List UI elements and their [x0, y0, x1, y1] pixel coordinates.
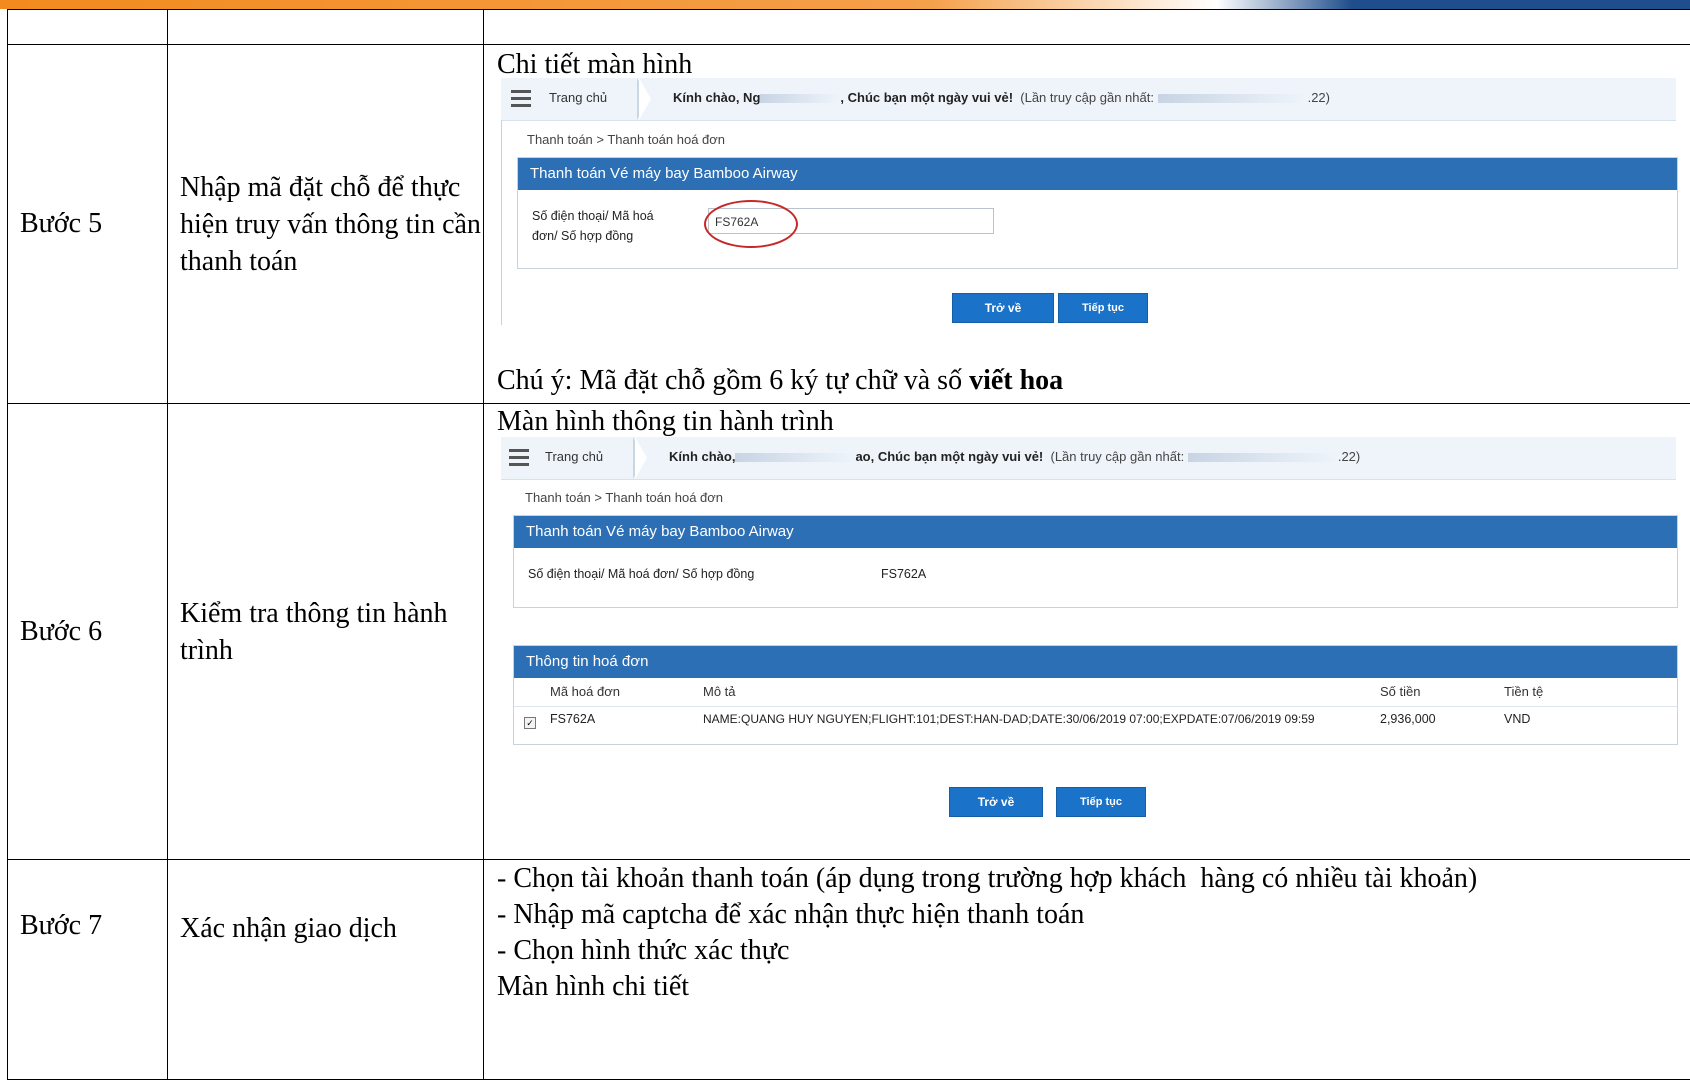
invoice-currency: VND	[1504, 712, 1530, 726]
table-row	[8, 10, 1690, 45]
screen-caption: Màn hình thông tin hành trình	[497, 406, 834, 438]
instruction-line: Màn hình chi tiết	[497, 969, 1477, 1005]
field-label-line1: Số điện thoại/ Mã hoá	[532, 206, 654, 226]
side-divider	[501, 120, 502, 325]
field-label-line2: đơn/ Số hợp đồng	[532, 226, 633, 246]
instruction-line: - Chọn hình thức xác thực	[497, 933, 1477, 969]
table-row: Bước 7 Xác nhận giao dịch - Chọn tài kho…	[8, 860, 1690, 1080]
step-description: Nhập mã đặt chỗ để thực hiện truy vấn th…	[168, 45, 484, 404]
content-cell	[484, 10, 1690, 45]
step-content: - Chọn tài khoản thanh toán (áp dụng tro…	[484, 860, 1690, 1080]
step-content: Chi tiết màn hình Trang chủ Kính chào, N…	[484, 45, 1690, 404]
screen-caption: Chi tiết màn hình	[497, 49, 692, 81]
redacted-name	[735, 453, 855, 462]
back-button[interactable]: Trở về	[949, 787, 1043, 817]
table-row: Bước 5 Nhập mã đặt chỗ để thực hiện truy…	[8, 45, 1690, 404]
menu-icon[interactable]	[511, 90, 531, 106]
note-text: Chú ý: Mã đặt chỗ gồm 6 ký tự chữ và số …	[497, 365, 1063, 397]
greeting-tail: ao, Chúc bạn một ngày vui vẻ!	[855, 449, 1043, 464]
panel-title: Thanh toán Vé máy bay Bamboo Airway	[514, 516, 1677, 548]
redacted-date	[1158, 94, 1308, 103]
greeting-bold: Kính chào,	[669, 449, 735, 464]
last-access-tail: .22)	[1308, 90, 1330, 105]
breadcrumb: Thanh toán > Thanh toán hoá đơn	[525, 490, 723, 505]
payment-form-screenshot: Trang chủ Kính chào, Ng , Chúc bạn một ng…	[501, 78, 1676, 325]
instruction-line: - Nhập mã captcha để xác nhận thực hiện …	[497, 897, 1477, 933]
table-row: Bước 6 Kiểm tra thông tin hành trình Màn…	[8, 404, 1690, 860]
step-label: Bước 5	[8, 45, 168, 404]
payment-panel: Thanh toán Vé máy bay Bamboo Airway Số đ…	[517, 157, 1678, 269]
redacted-date	[1188, 453, 1338, 462]
back-button[interactable]: Trở về	[952, 293, 1054, 323]
header-brand-bar	[0, 0, 1690, 9]
greeting-text: Kính chào,ao, Chúc bạn một ngày vui vẻ! …	[669, 449, 1360, 464]
app-header: Trang chủ Kính chào, Ng , Chúc bạn một ng…	[501, 78, 1676, 121]
breadcrumb-chevron-inner	[635, 437, 647, 479]
step-cell	[8, 10, 168, 45]
step-content: Màn hình thông tin hành trình Trang chủ …	[484, 404, 1690, 860]
invoice-checkbox[interactable]: ✓	[524, 717, 536, 729]
instruction-line: - Chọn tài khoản thanh toán (áp dụng tro…	[497, 861, 1477, 897]
greeting-bold: Kính chào, Ng	[673, 90, 760, 105]
note-bold: viết hoa	[969, 365, 1063, 396]
last-access-tail: .22)	[1338, 449, 1360, 464]
steps-table: Bước 5 Nhập mã đặt chỗ để thực hiện truy…	[7, 9, 1690, 1080]
app-header: Trang chủ Kính chào, ao, Chúc bạn một ngà…	[501, 437, 1676, 480]
home-link[interactable]: Trang chủ	[549, 90, 607, 105]
menu-icon[interactable]	[509, 449, 529, 465]
column-header-desc: Mô tả	[703, 684, 736, 699]
payment-panel: Thanh toán Vé máy bay Bamboo Airway Số đ…	[513, 515, 1678, 608]
field-label: Số điện thoại/ Mã hoá đơn/ Số hợp đồng	[528, 567, 754, 581]
note-prefix: Chú ý: Mã đặt chỗ gồm 6 ký tự chữ và số	[497, 365, 969, 396]
step-description: Kiểm tra thông tin hành trình	[168, 404, 484, 860]
last-access-label: (Lần truy cập gần nhất:	[1020, 90, 1154, 105]
column-header-amount: Số tiền	[1380, 684, 1420, 699]
field-value: FS762A	[881, 567, 926, 581]
panel-title: Thanh toán Vé máy bay Bamboo Airway	[518, 158, 1677, 190]
home-link[interactable]: Trang chủ	[545, 449, 603, 464]
step-description: Xác nhận giao dịch	[168, 860, 484, 1080]
invoice-code: FS762A	[550, 712, 595, 726]
greeting-tail: , Chúc bạn một ngày vui vẻ!	[840, 90, 1013, 105]
invoice-title: Thông tin hoá đơn	[514, 646, 1677, 678]
continue-button[interactable]: Tiếp tục	[1058, 293, 1148, 323]
step-label: Bước 7	[8, 860, 168, 1080]
row-divider	[514, 706, 1677, 707]
invoice-description: NAME:QUANG HUY NGUYEN;FLIGHT:101;DEST:HA…	[703, 712, 1315, 726]
breadcrumb-chevron-inner	[639, 78, 651, 120]
invoice-amount: 2,936,000	[1380, 712, 1436, 726]
invoice-panel: Thông tin hoá đơn Mã hoá đơn Mô tả Số ti…	[513, 645, 1678, 745]
desc-cell	[168, 10, 484, 45]
column-header-code: Mã hoá đơn	[550, 684, 620, 699]
redacted-name	[760, 94, 840, 103]
step-label: Bước 6	[8, 404, 168, 860]
last-access-label: (Lần truy cập gần nhất:	[1051, 449, 1185, 464]
step7-instructions: - Chọn tài khoản thanh toán (áp dụng tro…	[497, 861, 1477, 1005]
greeting-text: Kính chào, Ng , Chúc bạn một ngày vui vẻ!…	[673, 90, 1330, 105]
continue-button[interactable]: Tiếp tục	[1056, 787, 1146, 817]
breadcrumb: Thanh toán > Thanh toán hoá đơn	[527, 132, 725, 147]
itinerary-screenshot: Trang chủ Kính chào, ao, Chúc bạn một ngà…	[501, 437, 1676, 827]
column-header-currency: Tiền tệ	[1504, 684, 1543, 699]
highlight-circle	[704, 200, 798, 248]
